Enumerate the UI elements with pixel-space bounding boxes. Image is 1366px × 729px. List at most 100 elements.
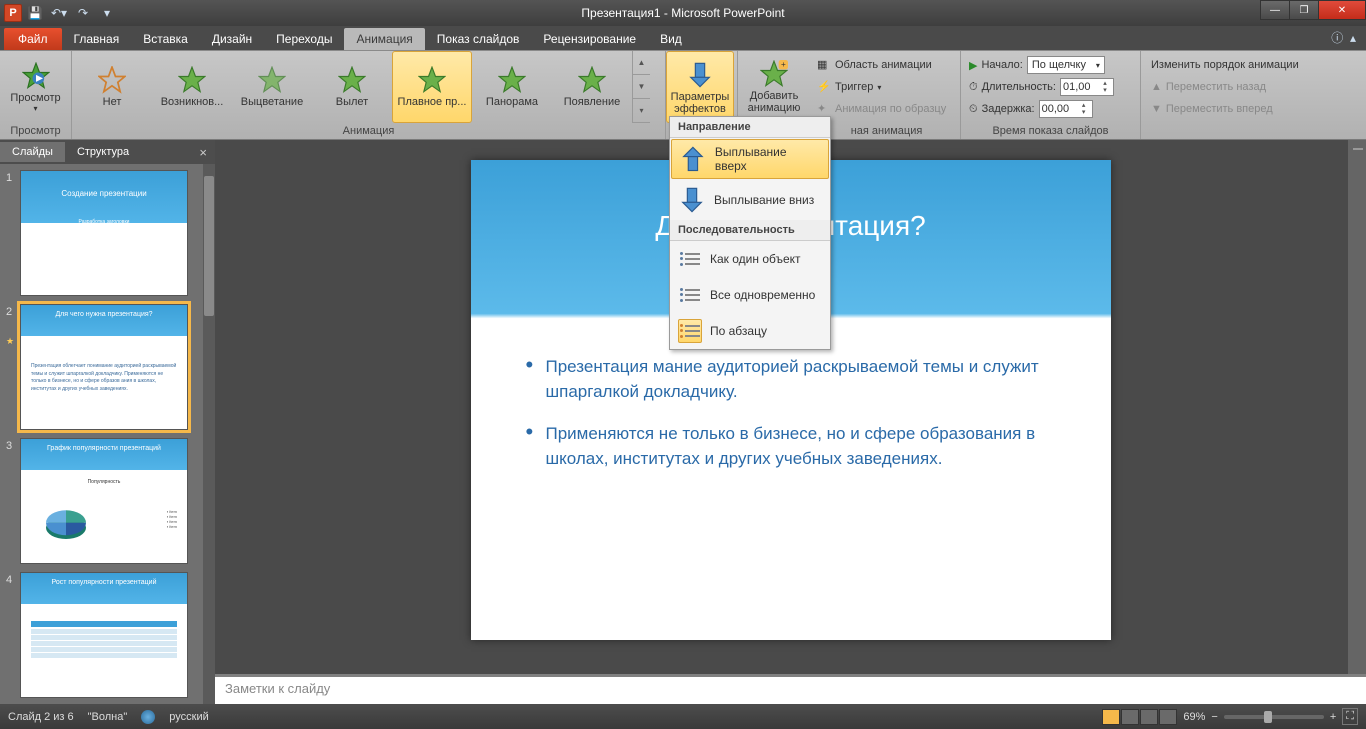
arrow-down-icon xyxy=(684,59,716,91)
scrollbar-thumb[interactable] xyxy=(204,176,214,316)
quick-access-toolbar: P 💾 ↶▾ ↷ ▾ xyxy=(0,3,118,23)
effect-options-button[interactable]: Параметры эффектов xyxy=(666,51,734,123)
delay-icon: ⏲ xyxy=(969,103,978,116)
zoom-handle[interactable] xyxy=(1264,711,1272,723)
list-para-icon xyxy=(678,319,702,343)
qat-customize[interactable]: ▾ xyxy=(96,3,118,23)
anim-none[interactable]: Нет xyxy=(72,51,152,123)
delay-spinner[interactable]: 00,00▴▾ xyxy=(1039,100,1093,118)
list-all-icon xyxy=(678,283,702,307)
title-bar: P 💾 ↶▾ ↷ ▾ Презентация1 - Microsoft Powe… xyxy=(0,0,1366,26)
add-anim-star-icon: + xyxy=(760,60,788,88)
status-theme: "Волна" xyxy=(88,711,128,723)
undo-button[interactable]: ↶▾ xyxy=(48,3,70,23)
zoom-level[interactable]: 69% xyxy=(1183,711,1205,723)
option-float-down[interactable]: Выплывание вниз xyxy=(670,180,830,220)
anim-appear[interactable]: Возникнов... xyxy=(152,51,232,123)
slide-thumbnail-4[interactable]: 4 Рост популярности презентаций xyxy=(6,572,197,698)
dropdown-header-direction: Направление xyxy=(670,117,830,138)
gallery-up-icon[interactable]: ▲ xyxy=(633,51,650,75)
group-advanced-animation: ▦ Область анимации ⚡ Триггер▾ ✦ Анимация… xyxy=(813,51,961,139)
save-button[interactable]: 💾 xyxy=(24,3,46,23)
status-slide-number: Слайд 2 из 6 xyxy=(8,711,74,723)
close-button[interactable]: ✕ xyxy=(1318,0,1366,20)
status-bar: Слайд 2 из 6 "Волна" русский 69% − + ⛶ xyxy=(0,704,1366,729)
gallery-more-icon[interactable]: ▾ xyxy=(633,99,650,123)
timing-duration-row: ⏱ Длительность: 01,00▴▾ xyxy=(965,76,1118,98)
dropdown-header-sequence: Последовательность xyxy=(670,220,830,241)
gallery-down-icon[interactable]: ▼ xyxy=(633,75,650,99)
view-slideshow[interactable] xyxy=(1159,709,1177,725)
animation-pane-button[interactable]: ▦ Область анимации xyxy=(813,54,936,76)
slide-thumbnail-1[interactable]: 1 Создание презентации Разработка заголо… xyxy=(6,170,197,296)
slides-panel-tabs: Слайды Структура × xyxy=(0,140,215,164)
view-sorter[interactable] xyxy=(1121,709,1139,725)
tab-design[interactable]: Дизайн xyxy=(200,28,264,50)
group-reorder: Изменить порядок анимации ▲Переместить н… xyxy=(1141,51,1366,139)
duration-spinner[interactable]: 01,00▴▾ xyxy=(1060,78,1114,96)
slide-body[interactable]: •Презентация мание аудиторией раскрываем… xyxy=(526,355,1071,490)
tab-view[interactable]: Вид xyxy=(648,28,694,50)
option-as-one[interactable]: Как один объект xyxy=(670,241,830,277)
trigger-button[interactable]: ⚡ Триггер▾ xyxy=(813,76,885,98)
window-controls: — ❐ ✕ xyxy=(1261,0,1366,20)
slides-scrollbar[interactable] xyxy=(203,164,215,704)
notes-placeholder: Заметки к слайду xyxy=(225,681,330,696)
app-icon[interactable]: P xyxy=(4,4,22,22)
anim-fade[interactable]: Выцветание xyxy=(232,51,312,123)
animation-indicator-icon: ★ xyxy=(6,336,16,347)
view-reading[interactable] xyxy=(1140,709,1158,725)
anim-floatin[interactable]: Плавное пр... xyxy=(392,51,472,123)
anim-wipe[interactable]: Появление xyxy=(552,51,632,123)
slide-thumbnail-3[interactable]: 3 График популярности презентаций Популя… xyxy=(6,438,197,564)
group-preview-label: Просмотр xyxy=(0,123,71,139)
effect-options-dropdown: Направление Выплывание вверх Выплывание … xyxy=(669,116,831,350)
animation-gallery-nav[interactable]: ▲ ▼ ▾ xyxy=(632,51,650,123)
anim-split[interactable]: Панорама xyxy=(472,51,552,123)
tab-transitions[interactable]: Переходы xyxy=(264,28,344,50)
slides-tab[interactable]: Слайды xyxy=(0,142,65,162)
fit-to-window-button[interactable]: ⛶ xyxy=(1342,708,1358,725)
outline-tab[interactable]: Структура xyxy=(65,142,141,162)
zoom-in-button[interactable]: + xyxy=(1330,711,1336,723)
tab-home[interactable]: Главная xyxy=(62,28,132,50)
ribbon-help-icon[interactable]: ⓘ ▴ xyxy=(1321,25,1366,50)
arrow-down-icon xyxy=(678,186,706,214)
status-language[interactable]: русский xyxy=(169,711,208,723)
start-combo[interactable]: По щелчку▾ xyxy=(1027,56,1105,74)
notes-pane[interactable]: Заметки к слайду xyxy=(215,674,1366,704)
option-float-up[interactable]: Выплывание вверх xyxy=(671,139,829,179)
file-tab[interactable]: Файл xyxy=(4,28,62,50)
clock-icon: ⏱ xyxy=(969,81,978,94)
tab-review[interactable]: Рецензирование xyxy=(531,28,648,50)
pane-icon: ▦ xyxy=(817,58,831,72)
maximize-button[interactable]: ❐ xyxy=(1289,0,1319,20)
redo-button[interactable]: ↷ xyxy=(72,3,94,23)
panel-close-icon[interactable]: × xyxy=(191,145,215,160)
preview-button[interactable]: Просмотр ▾ xyxy=(0,51,71,123)
zoom-out-button[interactable]: − xyxy=(1211,711,1217,723)
zoom-slider[interactable] xyxy=(1224,715,1324,719)
tab-insert[interactable]: Вставка xyxy=(131,28,200,50)
reorder-title: Изменить порядок анимации xyxy=(1147,54,1303,76)
language-icon[interactable] xyxy=(141,710,155,724)
minimize-button[interactable]: — xyxy=(1260,0,1290,20)
timing-start-row: ▶ Начало: По щелчку▾ xyxy=(965,54,1109,76)
group-animation-label: Анимация xyxy=(72,123,665,139)
tab-slideshow[interactable]: Показ слайдов xyxy=(425,28,532,50)
timing-delay-row: ⏲ Задержка: 00,00▴▾ xyxy=(965,98,1097,120)
group-preview: Просмотр ▾ Просмотр xyxy=(0,51,72,139)
slide-thumbnail-2[interactable]: 2 ★ Для чего нужна презентация? Презента… xyxy=(6,304,197,430)
group-timing-label: Время показа слайдов xyxy=(961,123,1140,139)
option-by-paragraph[interactable]: По абзацу xyxy=(670,313,830,349)
group-advanced-label: ная анимация xyxy=(813,123,960,139)
up-triangle-icon: ▲ xyxy=(1151,81,1162,93)
editor-scrollbar[interactable] xyxy=(1348,140,1366,674)
tab-animations[interactable]: Анимация xyxy=(344,28,424,50)
view-normal[interactable] xyxy=(1102,709,1120,725)
anim-flyin[interactable]: Вылет xyxy=(312,51,392,123)
option-all-at-once[interactable]: Все одновременно xyxy=(670,277,830,313)
add-animation-button[interactable]: + Добавить анимацию xyxy=(738,51,810,123)
slides-panel: Слайды Структура × 1 Создание презентаци… xyxy=(0,140,215,704)
preview-label: Просмотр xyxy=(10,92,60,104)
